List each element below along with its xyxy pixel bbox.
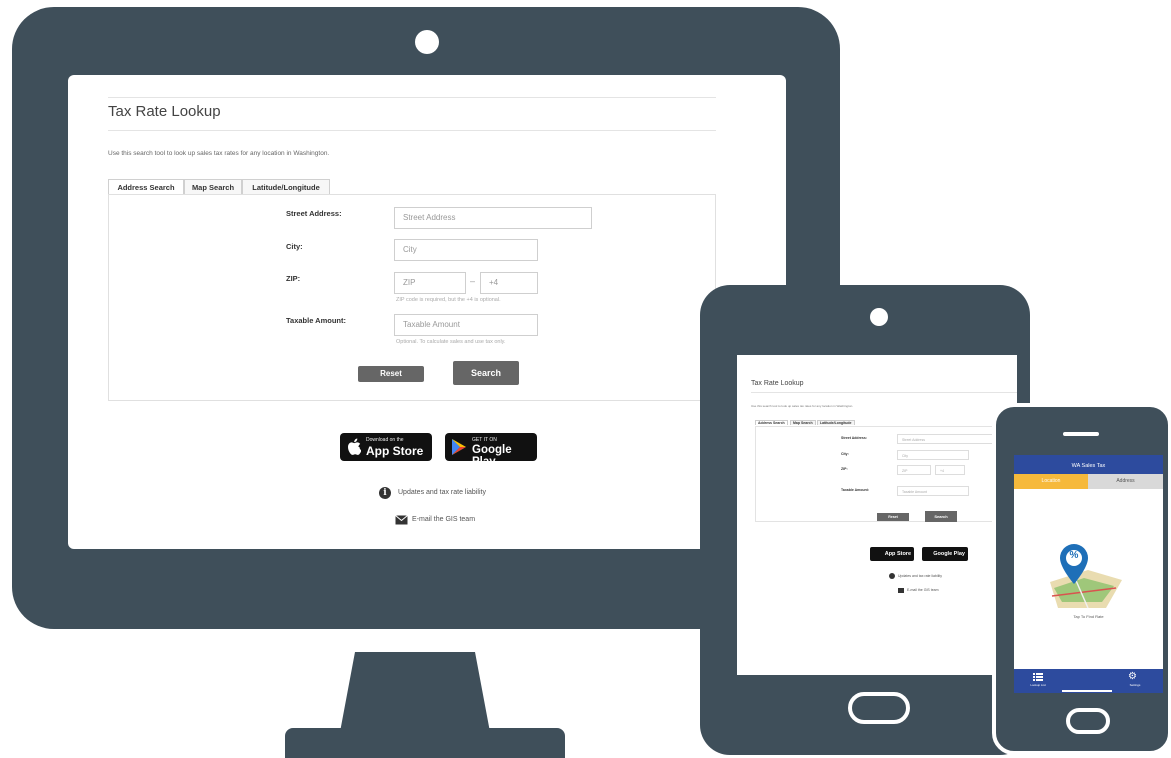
mail-icon: [395, 515, 408, 525]
reset-button[interactable]: Reset: [358, 366, 424, 382]
tablet-screen: Tax Rate Lookup Use this search tool to …: [737, 355, 1017, 675]
tablet-search-button[interactable]: Search: [925, 511, 957, 522]
email-gis-link[interactable]: E-mail the GIS team: [412, 516, 475, 523]
tablet-street-input[interactable]: Street Address: [897, 434, 1007, 444]
app-store-line1: Download on the: [366, 437, 404, 443]
apple-icon: [348, 438, 361, 455]
monitor-stand-base: [285, 728, 565, 758]
tablet-tab-bar: Address Search Map Search Latitude/Longi…: [755, 419, 1017, 426]
app-store-line2: App Store: [366, 444, 424, 458]
tablet-zip4-input[interactable]: +4: [935, 465, 965, 475]
phone-screen: WA Sales Tax Location Address % Tap To F…: [1014, 455, 1163, 693]
home-button-icon[interactable]: [848, 692, 910, 724]
monitor-stand-neck: [340, 652, 490, 732]
tablet-tab-map[interactable]: Map Search: [790, 420, 816, 425]
tablet-amount-input[interactable]: Taxable Amount: [897, 486, 969, 496]
tablet-zip-label: ZIP:: [841, 467, 848, 471]
tablet-page-title: Tax Rate Lookup: [751, 380, 804, 387]
phone-speaker: [1063, 432, 1099, 436]
tablet-reset-button[interactable]: Reset: [877, 513, 909, 521]
percent-icon: %: [1069, 550, 1079, 561]
app-store-badge[interactable]: Download on the App Store: [340, 433, 432, 461]
top-divider: [108, 97, 716, 98]
city-label: City:: [286, 242, 303, 251]
phone-bottom-nav: Lookup List ⚙ Settings: [1014, 669, 1163, 693]
street-address-label: Street Address:: [286, 209, 342, 218]
tablet-title-divider: [751, 392, 1017, 393]
search-button[interactable]: Search: [453, 361, 519, 385]
taxable-amount-input[interactable]: Taxable Amount: [394, 314, 538, 336]
zip-input[interactable]: ZIP: [394, 272, 466, 294]
desktop-screen: Tax Rate Lookup Use this search tool to …: [68, 75, 786, 549]
phone-caption: Tap To Find Rate: [1073, 614, 1104, 619]
tablet-amount-label: Taxable Amount:: [841, 488, 870, 492]
title-divider: [108, 130, 716, 131]
zip-label: ZIP:: [286, 274, 301, 283]
page-title: Tax Rate Lookup: [108, 103, 221, 120]
phone-app-header: WA Sales Tax: [1014, 455, 1163, 474]
tab-bar: Address Search Map Search Latitude/Longi…: [108, 179, 716, 195]
play-icon: [452, 439, 466, 455]
city-input[interactable]: City: [394, 239, 538, 261]
list-icon[interactable]: [1033, 673, 1043, 681]
street-address-input[interactable]: Street Address: [394, 207, 592, 229]
tab-map-search[interactable]: Map Search: [184, 179, 242, 195]
updates-link[interactable]: Updates and tax rate liability: [398, 489, 486, 496]
google-play-line2: Google Play: [472, 444, 512, 468]
tablet-tab-address[interactable]: Address Search: [755, 420, 788, 425]
tab-address-search[interactable]: Address Search: [108, 179, 184, 195]
google-play-line1: GET IT ON: [472, 437, 497, 443]
tab-latitude-longitude[interactable]: Latitude/Longitude: [242, 179, 330, 195]
tablet-zip-input[interactable]: ZIP: [897, 465, 931, 475]
tablet-city-label: City:: [841, 452, 849, 456]
camera-icon: [870, 308, 888, 326]
tablet-street-label: Street Address:: [841, 436, 867, 440]
intro-text: Use this search tool to look up sales ta…: [108, 150, 330, 157]
phone-home-indicator: [1062, 690, 1112, 692]
tablet-tab-latlong[interactable]: Latitude/Longitude: [817, 420, 855, 425]
map-pin-illustration: [1050, 544, 1122, 609]
phone-nav-settings-label: Settings: [1129, 683, 1141, 687]
taxable-amount-label: Taxable Amount:: [286, 316, 347, 325]
phone-tab-address[interactable]: Address: [1088, 474, 1163, 489]
phone-tab-location[interactable]: Location: [1014, 474, 1088, 489]
home-button-icon[interactable]: [1066, 708, 1110, 734]
tablet-app-store-badge[interactable]: App Store: [870, 547, 914, 561]
amount-help-text: Optional. To calculate sales and use tax…: [396, 339, 506, 345]
tablet-google-play-badge[interactable]: Google Play: [922, 547, 968, 561]
tablet-city-input[interactable]: City: [897, 450, 969, 460]
tablet-intro-text: Use this search tool to look up sales ta…: [751, 404, 854, 408]
tablet-updates-link[interactable]: Updates and tax rate liability: [898, 574, 942, 578]
info-icon: [889, 573, 895, 579]
zip-help-text: ZIP code is required, but the +4 is opti…: [396, 297, 501, 303]
tablet-email-link[interactable]: E-mail the GIS team: [907, 588, 939, 592]
gear-icon[interactable]: ⚙: [1128, 671, 1137, 682]
phone-nav-list-label: Lookup List: [1030, 683, 1046, 687]
info-icon: i: [379, 487, 391, 499]
camera-icon: [415, 30, 439, 54]
zip4-input[interactable]: +4: [480, 272, 538, 294]
mail-icon: [898, 588, 904, 593]
google-play-badge[interactable]: GET IT ON Google Play: [445, 433, 537, 468]
zip-separator: –: [470, 276, 476, 286]
